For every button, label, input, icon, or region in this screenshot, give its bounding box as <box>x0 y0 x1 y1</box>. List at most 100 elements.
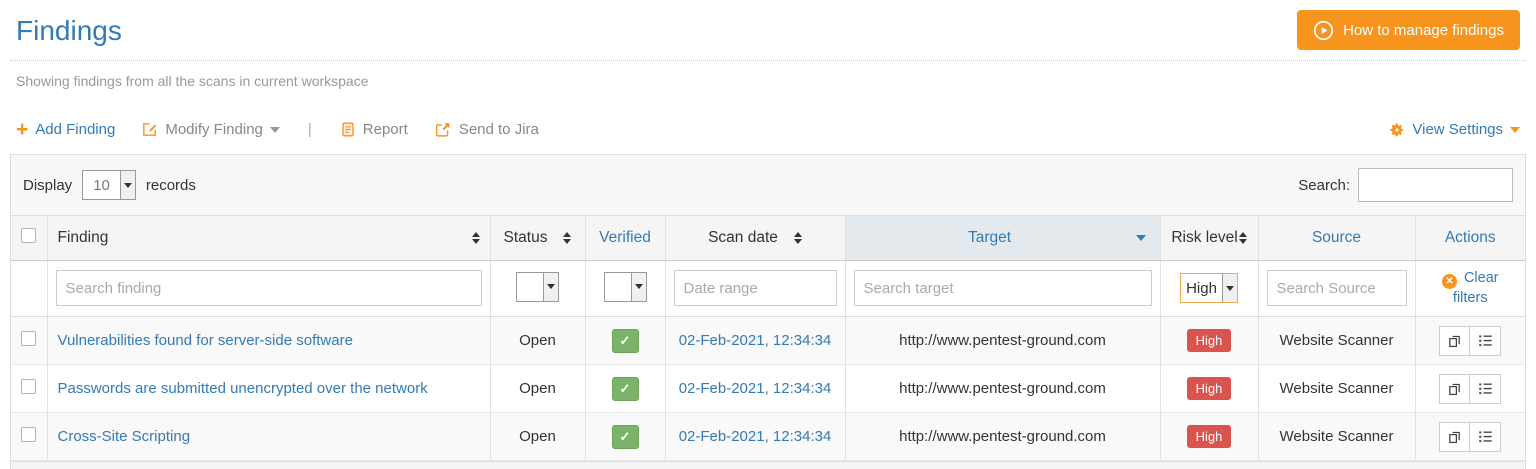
column-header-scan-date[interactable]: Scan date <box>665 216 845 260</box>
risk-cell: High <box>1160 365 1258 413</box>
row-checkbox[interactable] <box>21 331 36 346</box>
row-checkbox-cell <box>11 365 47 413</box>
table-row: Cross-Site Scripting Open ✓ 02-Feb-2021,… <box>11 413 1525 461</box>
table-row: Passwords are submitted unencrypted over… <box>11 365 1525 413</box>
scan-date-link[interactable]: 02-Feb-2021, 12:34:34 <box>679 428 832 445</box>
gear-icon <box>1389 122 1405 138</box>
date-range-filter-input[interactable] <box>674 270 837 306</box>
risk-high-badge: High <box>1187 377 1232 400</box>
verified-filter-value <box>605 273 631 301</box>
column-label: Status <box>504 229 548 247</box>
risk-filter-value: High <box>1181 274 1222 302</box>
target-cell: http://www.pentest-ground.com <box>845 317 1160 365</box>
status-filter-value <box>517 273 543 301</box>
findings-table-region: Display 10 records Search: <box>10 154 1526 469</box>
play-circle-icon <box>1313 20 1334 41</box>
column-header-target[interactable]: Target <box>845 216 1160 260</box>
copy-finding-button[interactable] <box>1439 422 1470 452</box>
column-header-source[interactable]: Source <box>1258 216 1415 260</box>
verified-check-icon: ✓ <box>612 329 639 353</box>
verified-cell: ✓ <box>585 317 665 365</box>
column-label: Verified <box>599 229 651 247</box>
display-label: Display <box>23 177 72 194</box>
filter-target-cell <box>845 260 1160 317</box>
plus-icon: + <box>16 119 28 140</box>
table-row: Vulnerabilities found for server-side so… <box>11 317 1525 365</box>
send-to-jira-button[interactable]: Send to Jira <box>434 121 539 138</box>
page-size-select[interactable]: 10 <box>82 170 136 200</box>
status-cell: Open <box>490 413 585 461</box>
select-all-checkbox[interactable] <box>21 228 36 243</box>
status-filter-select[interactable] <box>516 272 559 302</box>
actions-cell <box>1415 317 1525 365</box>
sort-icon <box>472 232 480 244</box>
row-checkbox[interactable] <box>21 379 36 394</box>
edit-pencil-icon <box>141 121 158 138</box>
status-cell: Open <box>490 317 585 365</box>
view-settings-button[interactable]: View Settings <box>1389 121 1520 138</box>
column-label: Scan date <box>708 229 778 247</box>
copy-finding-button[interactable] <box>1439 374 1470 404</box>
copy-finding-button[interactable] <box>1439 326 1470 356</box>
filter-source-cell <box>1258 260 1415 317</box>
share-icon <box>434 121 452 138</box>
finding-details-button[interactable] <box>1470 422 1501 452</box>
page-title: Findings <box>16 14 122 48</box>
finding-details-button[interactable] <box>1470 326 1501 356</box>
global-search-control: Search: <box>1298 168 1513 202</box>
modify-finding-button[interactable]: Modify Finding <box>141 121 280 138</box>
column-label: Finding <box>58 229 109 247</box>
page-size-control: Display 10 records <box>23 170 196 200</box>
risk-level-filter-select[interactable]: High <box>1180 273 1238 303</box>
finding-link[interactable]: Cross-Site Scripting <box>58 428 191 445</box>
how-to-button-label: How to manage findings <box>1343 22 1504 39</box>
source-cell: Website Scanner <box>1258 413 1415 461</box>
clear-filters-button[interactable]: ✕ Clear filters <box>1439 269 1501 309</box>
finding-details-button[interactable] <box>1470 374 1501 404</box>
target-cell: http://www.pentest-ground.com <box>845 413 1160 461</box>
copy-icon <box>1447 429 1462 444</box>
finding-cell: Cross-Site Scripting <box>47 413 490 461</box>
findings-table: Finding Status Verified Scan date Target <box>11 216 1525 461</box>
target-filter-input[interactable] <box>854 270 1152 306</box>
filter-finding-cell <box>47 260 490 317</box>
column-header-status[interactable]: Status <box>490 216 585 260</box>
finding-link[interactable]: Passwords are submitted unencrypted over… <box>58 380 428 397</box>
sort-descending-icon <box>1136 235 1146 241</box>
sort-icon <box>794 232 802 244</box>
source-filter-input[interactable] <box>1267 270 1407 306</box>
add-finding-label: Add Finding <box>35 121 115 138</box>
sort-icon <box>1239 232 1247 244</box>
scan-date-link[interactable]: 02-Feb-2021, 12:34:34 <box>679 380 832 397</box>
actions-cell <box>1415 365 1525 413</box>
verified-filter-select[interactable] <box>604 272 647 302</box>
finding-link[interactable]: Vulnerabilities found for server-side so… <box>58 332 353 349</box>
add-finding-button[interactable]: + Add Finding <box>16 119 115 140</box>
column-label: Source <box>1312 229 1361 247</box>
records-label: records <box>146 177 196 194</box>
page-header: Findings How to manage findings <box>10 10 1526 50</box>
column-label: Risk level <box>1171 229 1237 247</box>
filter-empty-cell <box>11 260 47 317</box>
select-arrow-icon <box>1222 274 1237 302</box>
scan-date-link[interactable]: 02-Feb-2021, 12:34:34 <box>679 332 832 349</box>
how-to-manage-findings-button[interactable]: How to manage findings <box>1297 10 1520 50</box>
global-search-input[interactable] <box>1358 168 1513 202</box>
table-control-bar: Display 10 records Search: <box>11 155 1525 216</box>
modify-finding-label: Modify Finding <box>165 121 263 138</box>
findings-toolbar: + Add Finding Modify Finding | Report Se… <box>10 89 1526 154</box>
finding-filter-input[interactable] <box>56 270 482 306</box>
target-cell: http://www.pentest-ground.com <box>845 365 1160 413</box>
list-icon <box>1478 381 1493 396</box>
row-checkbox[interactable] <box>21 427 36 442</box>
column-header-risk-level[interactable]: Risk level <box>1160 216 1258 260</box>
verified-cell: ✓ <box>585 413 665 461</box>
report-button[interactable]: Report <box>340 121 408 138</box>
search-label: Search: <box>1298 177 1350 194</box>
risk-cell: High <box>1160 317 1258 365</box>
column-header-finding[interactable]: Finding <box>47 216 490 260</box>
filter-date-cell <box>665 260 845 317</box>
column-header-verified[interactable]: Verified <box>585 216 665 260</box>
actions-cell <box>1415 413 1525 461</box>
chevron-down-icon <box>270 127 280 133</box>
